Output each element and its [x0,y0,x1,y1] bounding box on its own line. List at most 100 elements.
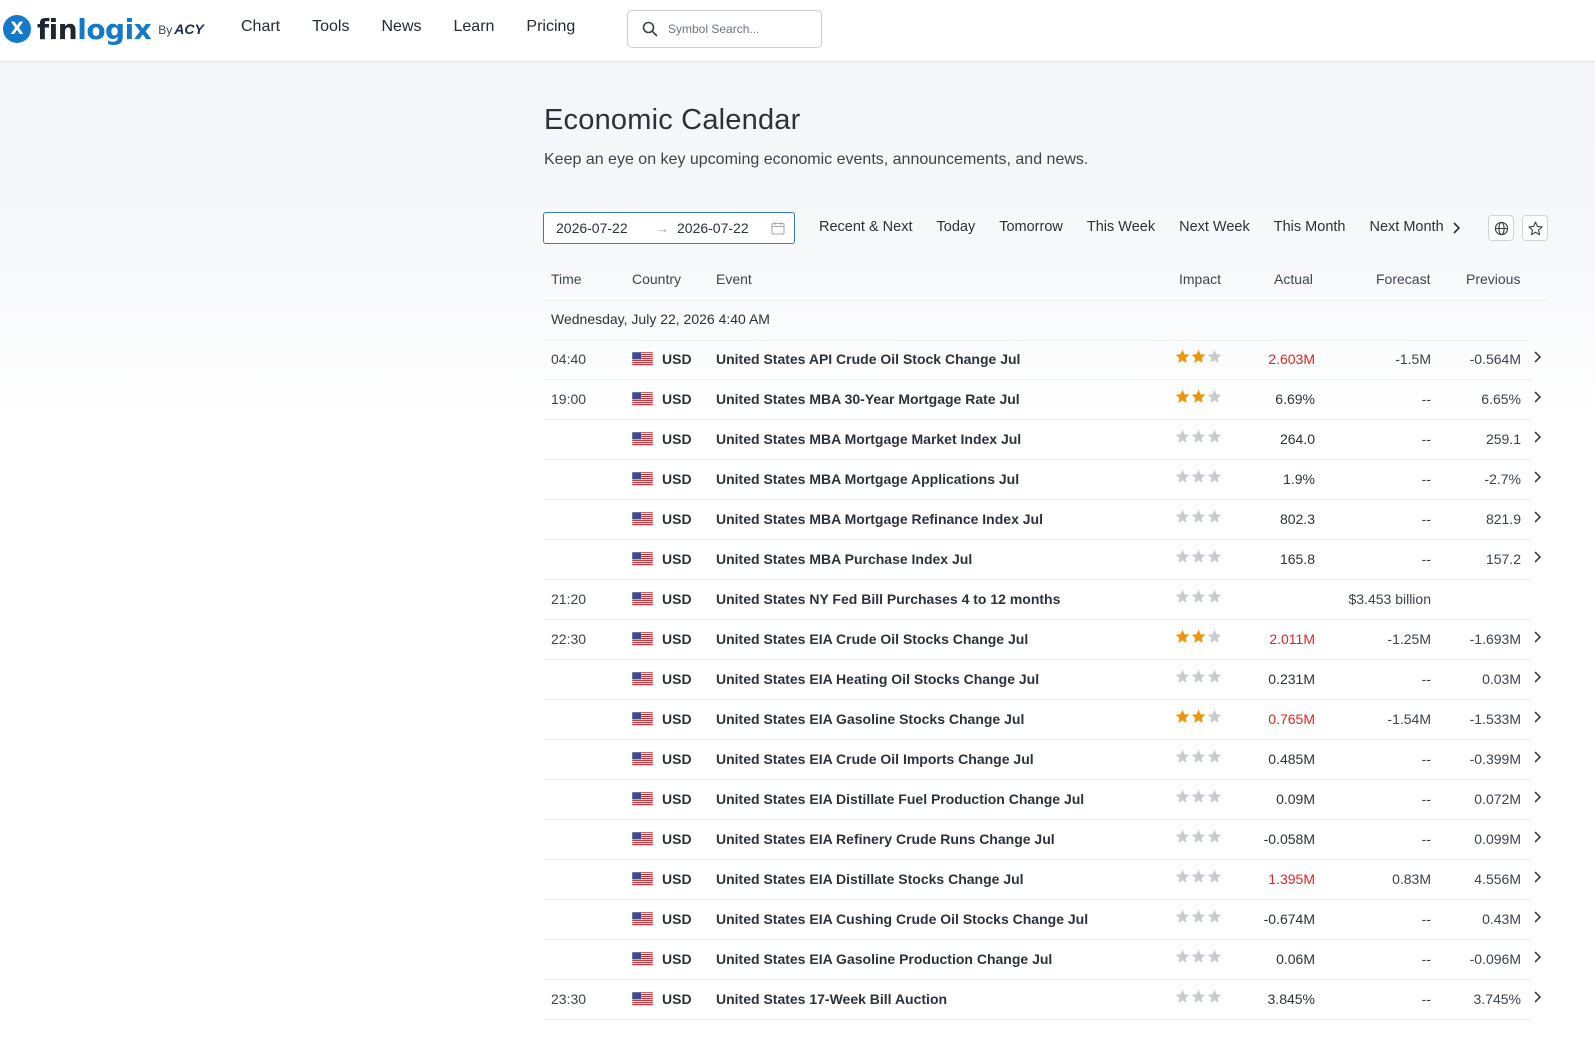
table-row[interactable]: 21:20 USD United States NY Fed Bill Purcha… [544,580,1546,620]
date-filter-tabs: Recent & Next Today Tomorrow This Week N… [819,219,1445,235]
star-rating-icon [1175,749,1190,763]
event-name[interactable]: United States EIA Gasoline Production Ch… [716,951,1052,967]
symbol-search-input[interactable] [666,21,810,37]
finlogix-logo[interactable]: X finlogix By ACY [3,12,204,46]
chevron-right-icon[interactable] [1532,790,1542,804]
chevron-right-icon[interactable] [1532,350,1542,364]
impact-rating [1175,869,1223,884]
filter-today[interactable]: Today [937,219,976,235]
nav-learn[interactable]: Learn [454,18,495,36]
nav-pricing[interactable]: Pricing [526,18,575,36]
table-row[interactable]: USD United States EIA Heating Oil Stocks … [544,660,1546,700]
us-flag-icon [632,992,653,1006]
event-actual: 0.09M [1276,791,1315,807]
event-currency: USD [662,751,692,767]
event-currency: USD [662,511,692,527]
chevron-right-icon[interactable] [1532,710,1542,724]
event-name[interactable]: United States 17-Week Bill Auction [716,991,947,1007]
chevron-right-icon[interactable] [1532,390,1542,404]
favorites-button[interactable] [1522,215,1548,241]
chevron-right-icon[interactable] [1532,470,1542,484]
chevron-right-icon[interactable] [1532,950,1542,964]
date-from[interactable]: 2026-07-22 [556,220,648,236]
filter-this-month[interactable]: This Month [1274,219,1346,235]
table-row[interactable]: USD United States EIA Gasoline Stocks Cha… [544,700,1546,740]
calendar-icon [771,222,785,235]
impact-rating [1175,949,1223,964]
event-forecast: -- [1421,951,1431,967]
event-name[interactable]: United States EIA Distillate Stocks Chan… [716,871,1024,887]
nav-tools[interactable]: Tools [312,18,349,36]
event-name[interactable]: United States EIA Crude Oil Stocks Chang… [716,631,1028,647]
event-name[interactable]: United States EIA Refinery Crude Runs Ch… [716,831,1055,847]
star-rating-icon [1191,869,1206,883]
event-name[interactable]: United States EIA Heating Oil Stocks Cha… [716,671,1039,687]
event-name[interactable]: United States EIA Crude Oil Imports Chan… [716,751,1034,767]
us-flag-icon [632,392,653,406]
chevron-right-icon[interactable] [1532,670,1542,684]
star-rating-icon [1207,949,1222,963]
event-currency: USD [662,351,692,367]
star-rating-icon [1207,909,1222,923]
event-name[interactable]: United States MBA Purchase Index Jul [716,551,972,567]
event-name[interactable]: United States NY Fed Bill Purchases 4 to… [716,591,1060,607]
filter-next-week[interactable]: Next Week [1179,219,1250,235]
table-row[interactable]: USD United States MBA Mortgage Refinance … [544,500,1546,540]
impact-rating [1175,909,1223,924]
event-name[interactable]: United States EIA Gasoline Stocks Change… [716,711,1024,727]
chevron-right-icon[interactable] [1532,750,1542,764]
chevron-right-icon[interactable] [1532,910,1542,924]
event-name[interactable]: United States EIA Distillate Fuel Produc… [716,791,1084,807]
event-currency: USD [662,791,692,807]
table-row[interactable]: USD United States EIA Gasoline Production… [544,940,1546,980]
chevron-right-icon[interactable] [1532,990,1542,1004]
table-row[interactable]: 22:30 USD United States EIA Crude Oil Stoc… [544,620,1546,660]
filter-tomorrow[interactable]: Tomorrow [999,219,1063,235]
date-range-picker[interactable]: 2026-07-22 → 2026-07-22 [543,212,795,244]
filter-this-week[interactable]: This Week [1087,219,1155,235]
table-row[interactable]: USD United States EIA Distillate Fuel Pro… [544,780,1546,820]
event-forecast: -- [1421,471,1431,487]
star-rating-icon [1175,589,1190,603]
chevron-right-icon[interactable] [1532,510,1542,524]
chevron-right-icon[interactable] [1532,550,1542,564]
table-row[interactable]: USD United States EIA Distillate Stocks C… [544,860,1546,900]
symbol-search-box[interactable] [627,10,822,48]
nav-news[interactable]: News [381,18,421,36]
table-row[interactable]: 04:40 USD United States API Crude Oil Stoc… [544,340,1546,380]
event-name[interactable]: United States MBA Mortgage Applications … [716,471,1019,487]
us-flag-icon [632,872,653,886]
table-row[interactable]: USD United States MBA Purchase Index Jul 1… [544,540,1546,580]
event-forecast: -- [1421,751,1431,767]
star-rating-icon [1191,629,1206,643]
star-rating-icon [1191,429,1206,443]
table-row[interactable]: USD United States EIA Cushing Crude Oil S… [544,900,1546,940]
table-row[interactable]: USD United States EIA Refinery Crude Runs… [544,820,1546,860]
event-actual: 0.06M [1276,951,1315,967]
timezone-button[interactable] [1488,215,1514,241]
event-name[interactable]: United States EIA Cushing Crude Oil Stoc… [716,911,1088,927]
table-row[interactable]: USD United States MBA Mortgage Market Ind… [544,420,1546,460]
chevron-right-icon[interactable] [1532,430,1542,444]
star-rating-icon [1207,429,1222,443]
filter-next-month[interactable]: Next Month [1369,219,1445,235]
event-name[interactable]: United States MBA Mortgage Market Index … [716,431,1021,447]
filter-recent-next[interactable]: Recent & Next [819,219,913,235]
impact-rating [1175,669,1223,684]
us-flag-icon [632,352,653,366]
chevron-right-icon[interactable] [1451,221,1461,235]
chevron-right-icon[interactable] [1532,630,1542,644]
event-name[interactable]: United States MBA Mortgage Refinance Ind… [716,511,1043,527]
date-to[interactable]: 2026-07-22 [677,220,769,236]
chevron-right-icon[interactable] [1532,870,1542,884]
chevron-right-icon[interactable] [1532,830,1542,844]
table-row[interactable]: 23:30 USD United States 17-Week Bill Aucti… [544,980,1546,1020]
table-row[interactable]: 19:00 USD United States MBA 30-Year Mortga… [544,380,1546,420]
event-name[interactable]: United States MBA 30-Year Mortgage Rate … [716,391,1020,407]
acy-logo: ACY [174,21,204,37]
event-name[interactable]: United States API Crude Oil Stock Change… [716,351,1020,367]
event-forecast: -1.5M [1395,351,1431,367]
nav-chart[interactable]: Chart [241,18,280,36]
table-row[interactable]: USD United States MBA Mortgage Applicatio… [544,460,1546,500]
table-row[interactable]: USD United States EIA Crude Oil Imports C… [544,740,1546,780]
